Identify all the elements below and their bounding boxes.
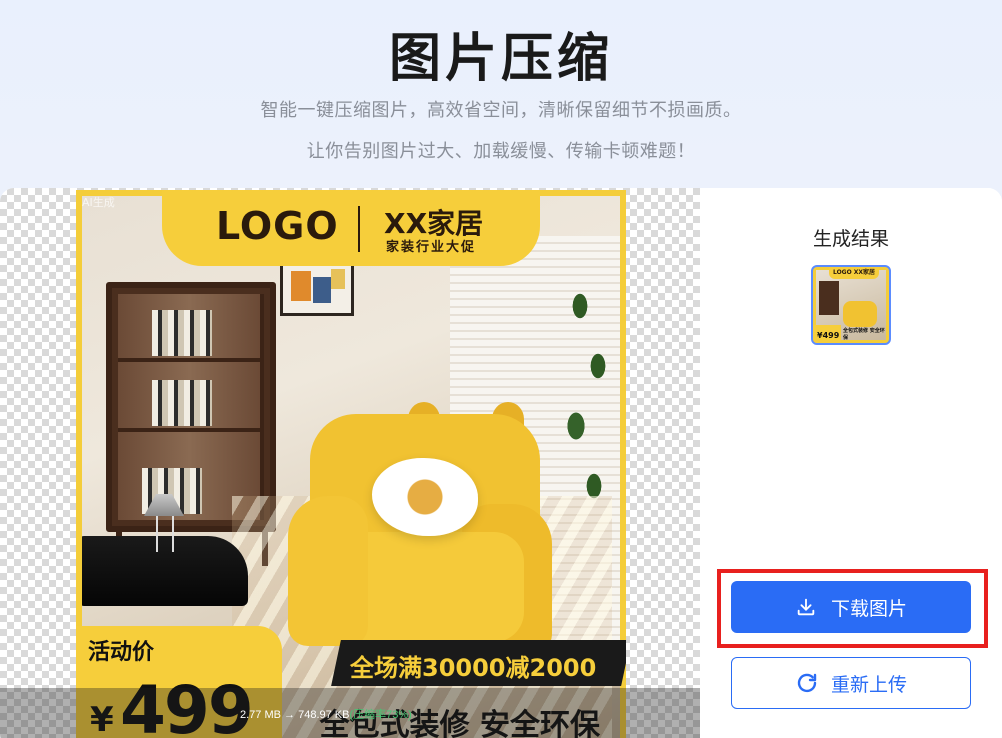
download-button[interactable]: 下载图片 [731,581,971,633]
thumb-price: ¥499 [813,325,841,343]
original-size: 2.77 MB [240,709,281,721]
page-subtitle-line2: 让你告别图片过大、加载缓慢、传输卡顿难题！ [306,141,696,162]
page-title: 图片压缩 [388,29,613,89]
thumb-logo: LOGO XX家居 [829,267,879,279]
poster-header: LOGO XX家居 家装行业大促 [162,190,540,266]
image-preview-area: AI生成 LOGO XX家居 家装行业大促 全场满30000减2000 活动价 … [0,188,700,738]
compression-ratio: (压缩率73%) [349,709,412,721]
poster-logo: LOGO [216,204,339,248]
result-panel: 生成结果 LOGO XX家居 ¥499 全包式装修 安全环保 下载图片 重新上传 [700,188,1002,738]
poster-brand-sub: 家装行业大促 [386,240,477,255]
thumb-slogan: 全包式装修 安全环保 [843,328,885,341]
arrow-icon: → [284,709,296,721]
compression-info: 2.77 MB → 748.97 KB(压缩率73%) [240,706,412,722]
download-label: 下载图片 [830,597,907,620]
page-subtitle-line1: 智能一键压缩图片，高效省空间，清晰保留细节不损画质。 [260,100,742,121]
compressed-size: 748.97 KB [298,709,350,721]
refresh-icon [795,671,819,695]
poster-promo: 全场满30000减2000 [350,654,597,682]
wall-art [280,260,354,316]
hero-section: 图片压缩 智能一键压缩图片，高效省空间，清晰保留细节不损画质。 让你告别图片过大… [0,0,1002,190]
ai-watermark: AI生成 [82,196,115,209]
result-thumbnail[interactable]: LOGO XX家居 ¥499 全包式装修 安全环保 [811,265,891,345]
glass-cabinet [106,282,276,532]
reupload-button[interactable]: 重新上传 [731,657,971,709]
download-icon [795,596,817,618]
result-card: AI生成 LOGO XX家居 家装行业大促 全场满30000减2000 活动价 … [0,188,1002,738]
compressed-image-preview: AI生成 LOGO XX家居 家装行业大促 全场满30000减2000 活动价 … [76,190,626,738]
reupload-label: 重新上传 [830,673,907,696]
price-label: 活动价 [88,640,155,665]
result-title: 生成结果 [812,228,889,250]
